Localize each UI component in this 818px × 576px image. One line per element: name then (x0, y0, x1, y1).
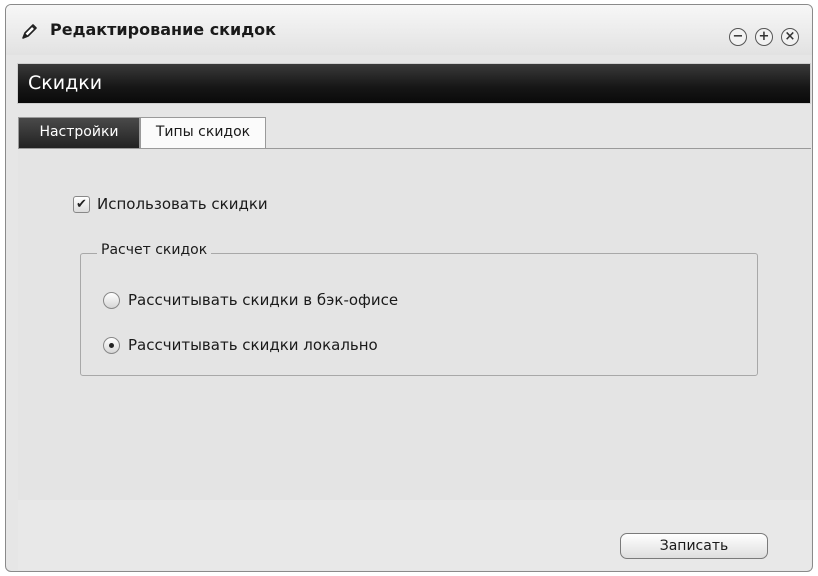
discount-calculation-group: Расчет скидок Рассчитывать скидки в бэк-… (80, 242, 758, 376)
local-radio[interactable] (103, 337, 120, 354)
local-radio-label[interactable]: Рассчитывать скидки локально (128, 336, 378, 354)
footer-bar: Записать (18, 500, 811, 570)
use-discounts-checkbox[interactable]: ✔ (73, 196, 90, 213)
maximize-icon[interactable]: + (755, 28, 773, 46)
backoffice-radio[interactable] (103, 292, 120, 309)
tab-settings[interactable]: Настройки (18, 117, 140, 148)
section-title: Скидки (28, 72, 103, 94)
pencil-icon (20, 21, 40, 41)
minimize-icon[interactable]: − (729, 28, 747, 46)
save-button[interactable]: Записать (620, 533, 768, 559)
group-legend: Расчет скидок (97, 242, 212, 258)
backoffice-radio-label[interactable]: Рассчитывать скидки в бэк-офисе (128, 291, 398, 309)
section-header: Скидки (17, 63, 811, 104)
settings-panel: ✔ Использовать скидки Расчет скидок Расс… (18, 148, 811, 500)
radio-selected-dot (109, 343, 114, 348)
tab-discount-types[interactable]: Типы скидок (140, 117, 266, 148)
window-title: Редактирование скидок (50, 20, 277, 39)
use-discounts-label[interactable]: Использовать скидки (97, 195, 268, 213)
title-bar[interactable]: Редактирование скидок − + × (6, 5, 812, 55)
close-icon[interactable]: × (781, 28, 799, 46)
discounts-editor-window: Редактирование скидок − + × Скидки Настр… (5, 4, 813, 572)
